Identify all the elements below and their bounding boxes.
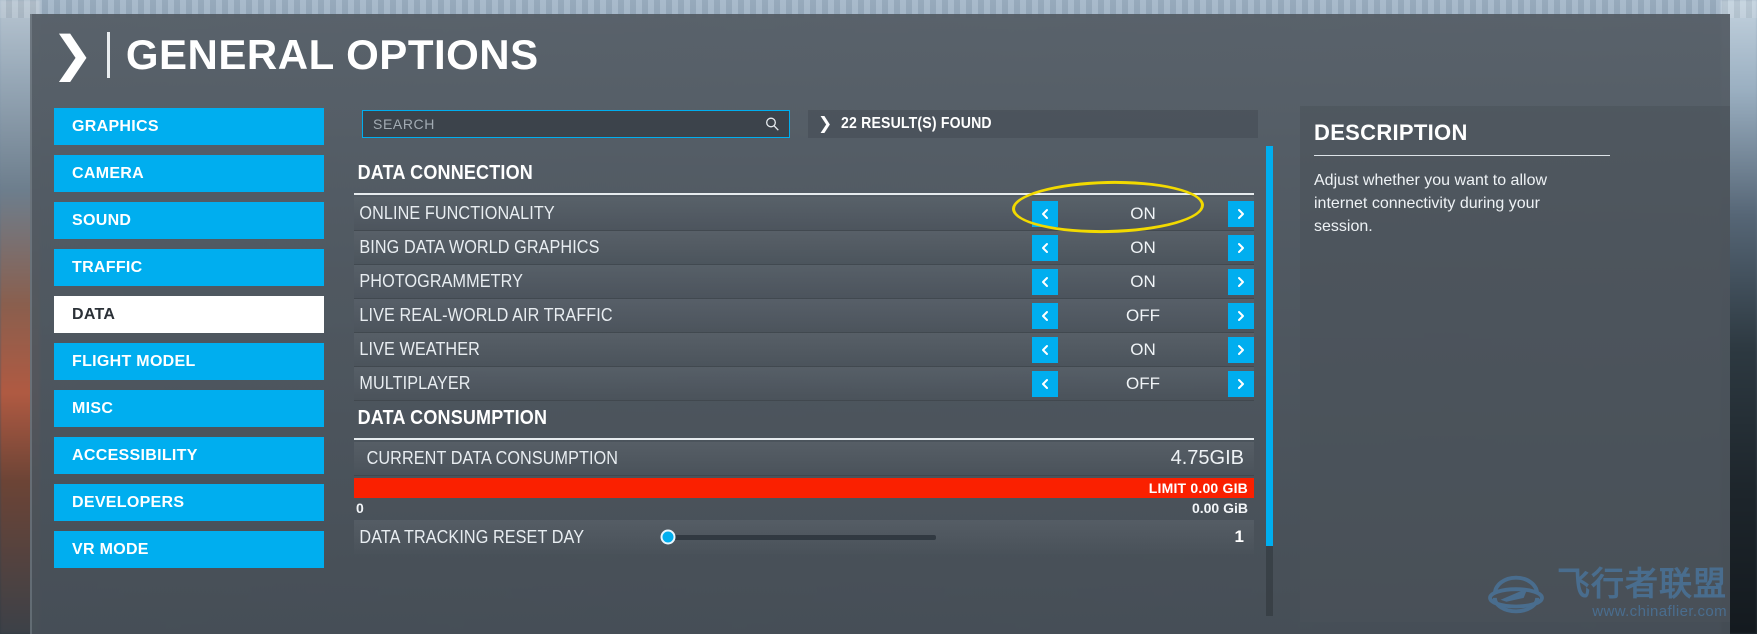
sidebar-item-developers[interactable]: DEVELOPERS bbox=[54, 484, 324, 521]
sidebar-item-camera[interactable]: CAMERA bbox=[54, 155, 324, 192]
sidebar-item-traffic[interactable]: TRAFFIC bbox=[54, 249, 324, 286]
prev-value-button[interactable] bbox=[1032, 302, 1058, 329]
next-value-button[interactable] bbox=[1228, 268, 1254, 295]
search-row: ❯ 22 RESULT(S) FOUND bbox=[362, 108, 1258, 140]
settings-list: DATA CONNECTION ONLINE FUNCTIONALITY ON … bbox=[354, 156, 1262, 554]
group-divider bbox=[354, 438, 1254, 440]
next-value-button[interactable] bbox=[1228, 336, 1254, 363]
prev-value-button[interactable] bbox=[1032, 268, 1058, 295]
header-divider bbox=[106, 32, 110, 78]
sidebar: GRAPHICS CAMERA SOUND TRAFFIC DATA FLIGH… bbox=[32, 96, 346, 634]
data-tracking-reset-day-row[interactable]: DATA TRACKING RESET DAY 1 bbox=[354, 520, 1254, 554]
description-inner: DESCRIPTION Adjust whether you want to a… bbox=[1300, 106, 1730, 622]
description-divider bbox=[1314, 155, 1610, 156]
current-consumption-value: 4.75GIB bbox=[1170, 447, 1244, 469]
prev-value-button[interactable] bbox=[1032, 234, 1058, 261]
sidebar-item-misc[interactable]: MISC bbox=[54, 390, 324, 427]
setting-value: ON bbox=[1130, 203, 1156, 223]
current-consumption-label: CURRENT DATA CONSUMPTION bbox=[366, 448, 619, 468]
reset-day-label: DATA TRACKING RESET DAY bbox=[359, 526, 585, 547]
table-row[interactable]: BING DATA WORLD GRAPHICS ON bbox=[354, 231, 1254, 265]
sidebar-item-label: FLIGHT MODEL bbox=[72, 352, 196, 370]
setting-label: ONLINE FUNCTIONALITY bbox=[359, 203, 555, 223]
next-value-button[interactable] bbox=[1228, 302, 1254, 329]
sidebar-item-label: ACCESSIBILITY bbox=[72, 446, 198, 464]
description-text: Adjust whether you want to allow interne… bbox=[1314, 172, 1548, 236]
data-usage-bar-wrap: LIMIT 0.00 GIB 0 0.00 GiB bbox=[354, 478, 1254, 516]
page-header: ❯ GENERAL OPTIONS bbox=[32, 14, 1730, 96]
reset-day-slider[interactable] bbox=[660, 529, 936, 545]
sidebar-item-label: GRAPHICS bbox=[72, 117, 159, 135]
setting-label: MULTIPLAYER bbox=[359, 373, 471, 393]
table-row[interactable]: MULTIPLAYER OFF bbox=[354, 367, 1254, 401]
description-panel: DESCRIPTION Adjust whether you want to a… bbox=[1300, 96, 1730, 634]
reset-day-value: 1 bbox=[1234, 527, 1244, 546]
table-row[interactable]: LIVE REAL-WORLD AIR TRAFFIC OFF bbox=[354, 299, 1254, 333]
sidebar-item-vr-mode[interactable]: VR MODE bbox=[54, 531, 324, 568]
group-divider bbox=[354, 193, 1254, 195]
sidebar-item-label: CAMERA bbox=[72, 164, 145, 182]
scrollbar-thumb[interactable] bbox=[1266, 146, 1273, 546]
setting-label: LIVE WEATHER bbox=[359, 339, 480, 359]
table-row[interactable]: LIVE WEATHER ON bbox=[354, 333, 1254, 367]
prev-value-button[interactable] bbox=[1032, 370, 1058, 397]
sidebar-item-sound[interactable]: SOUND bbox=[54, 202, 324, 239]
chevron-right-icon: ❯ bbox=[51, 26, 94, 83]
slider-handle[interactable] bbox=[660, 529, 676, 545]
setting-value: ON bbox=[1130, 339, 1156, 359]
results-count-label: 22 RESULT(S) FOUND bbox=[841, 115, 993, 132]
data-bar-scale: 0 0.00 GiB bbox=[354, 498, 1254, 516]
current-data-consumption-row: CURRENT DATA CONSUMPTION 4.75GIB bbox=[354, 442, 1254, 476]
group-title-data-connection: DATA CONNECTION bbox=[357, 162, 533, 184]
search-icon bbox=[765, 117, 780, 132]
next-value-button[interactable] bbox=[1228, 234, 1254, 261]
description-title: DESCRIPTION bbox=[1314, 120, 1468, 145]
group-title-data-consumption: DATA CONSUMPTION bbox=[357, 407, 548, 429]
setting-label: LIVE REAL-WORLD AIR TRAFFIC bbox=[359, 305, 613, 325]
table-row[interactable]: ONLINE FUNCTIONALITY ON bbox=[354, 197, 1254, 231]
sidebar-item-label: DEVELOPERS bbox=[72, 493, 185, 511]
table-row[interactable]: PHOTOGRAMMETRY ON bbox=[354, 265, 1254, 299]
scrollbar[interactable] bbox=[1266, 146, 1273, 616]
results-banner: ❯ 22 RESULT(S) FOUND bbox=[808, 110, 1258, 138]
setting-label: BING DATA WORLD GRAPHICS bbox=[359, 237, 600, 257]
data-usage-bar: LIMIT 0.00 GIB bbox=[354, 478, 1254, 498]
sidebar-item-label: MISC bbox=[72, 399, 114, 417]
next-value-button[interactable] bbox=[1228, 370, 1254, 397]
data-limit-label: LIMIT 0.00 GIB bbox=[1148, 480, 1248, 496]
scale-max-label: 0.00 GiB bbox=[1191, 500, 1248, 516]
setting-value: OFF bbox=[1126, 373, 1160, 393]
sidebar-item-accessibility[interactable]: ACCESSIBILITY bbox=[54, 437, 324, 474]
setting-value: ON bbox=[1130, 271, 1156, 291]
scale-min-label: 0 bbox=[356, 500, 364, 516]
sidebar-item-label: VR MODE bbox=[72, 540, 149, 558]
search-input[interactable] bbox=[373, 116, 759, 132]
setting-value: ON bbox=[1130, 237, 1156, 257]
sidebar-item-data[interactable]: DATA bbox=[54, 296, 324, 333]
settings-content: ❯ 22 RESULT(S) FOUND DATA CONNECTION ONL… bbox=[350, 96, 1273, 634]
sidebar-item-label: SOUND bbox=[72, 211, 132, 229]
next-value-button[interactable] bbox=[1228, 200, 1254, 227]
sidebar-item-label: DATA bbox=[72, 305, 116, 323]
page-title: GENERAL OPTIONS bbox=[125, 31, 539, 78]
setting-label: PHOTOGRAMMETRY bbox=[359, 271, 523, 291]
page-body: GRAPHICS CAMERA SOUND TRAFFIC DATA FLIGH… bbox=[32, 96, 1730, 634]
chevron-right-icon: ❯ bbox=[818, 113, 833, 134]
sidebar-item-flight-model[interactable]: FLIGHT MODEL bbox=[54, 343, 324, 380]
prev-value-button[interactable] bbox=[1032, 200, 1058, 227]
sidebar-item-label: TRAFFIC bbox=[72, 258, 143, 276]
setting-value: OFF bbox=[1126, 305, 1160, 325]
prev-value-button[interactable] bbox=[1032, 336, 1058, 363]
sidebar-item-graphics[interactable]: GRAPHICS bbox=[54, 108, 324, 145]
options-panel: ❯ GENERAL OPTIONS GRAPHICS CAMERA SOUND … bbox=[30, 14, 1730, 634]
search-box[interactable] bbox=[362, 110, 790, 138]
